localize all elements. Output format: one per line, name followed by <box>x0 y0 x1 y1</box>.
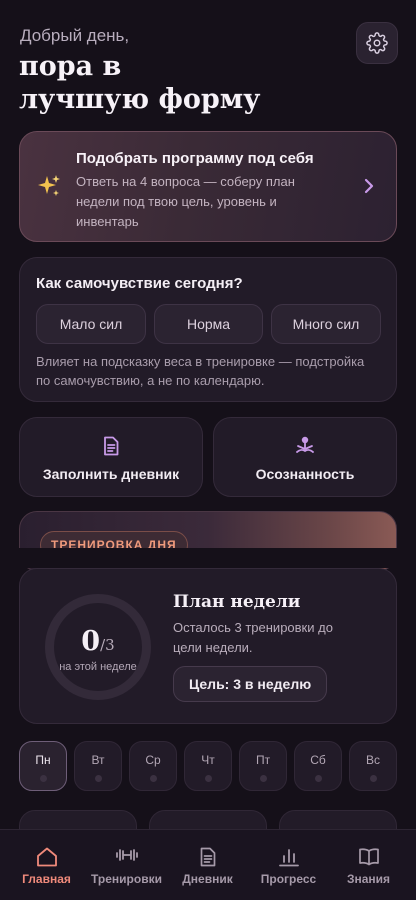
day-status-dot <box>204 775 212 782</box>
meditation-icon <box>296 436 314 453</box>
mindfulness-label: Осознанность <box>255 466 355 482</box>
mindfulness-button[interactable]: Осознанность <box>213 417 397 497</box>
week-plan-title: План недели <box>173 592 301 612</box>
nav-progress[interactable]: Прогресс <box>247 830 330 900</box>
day-label: Пт <box>255 753 271 767</box>
week-goal-button[interactable]: Цель: 3 в неделю <box>173 666 328 702</box>
nav-workouts-label: Тренировки <box>91 872 162 886</box>
day-sun[interactable]: Вс <box>349 741 397 791</box>
nav-diary-label: Дневник <box>182 872 233 886</box>
day-status-dot <box>314 775 322 782</box>
mood-note-line-2: по самочувствию, а не по календарю. <box>36 373 265 388</box>
program-card-description: Ответь на 4 вопроса — соберу план недели… <box>76 172 336 232</box>
program-desc-line-2: недели под твою цель, уровень и <box>76 194 277 209</box>
program-desc-line-1: Ответь на 4 вопроса — соберу план <box>76 174 295 189</box>
chevron-right-icon <box>364 178 374 194</box>
nav-diary[interactable]: Дневник <box>166 830 249 900</box>
day-fri[interactable]: Пт <box>239 741 287 791</box>
week-progress-ring: 0/3 на этой неделе <box>45 594 151 700</box>
day-label: Ср <box>145 753 161 767</box>
day-label: Вс <box>365 753 380 767</box>
banner-clip-mask <box>0 548 416 568</box>
mood-option-low[interactable]: Мало сил <box>36 304 146 344</box>
mood-note: Влияет на подсказку веса в тренировке — … <box>36 352 386 390</box>
workouts-done-count: 0 <box>81 626 101 657</box>
page-title: пора в лучшую форму <box>19 50 319 116</box>
day-status-dot <box>369 775 377 782</box>
gear-icon <box>366 32 388 54</box>
day-label: Вт <box>91 753 105 767</box>
fill-diary-label: Заполнить дневник <box>42 466 180 482</box>
program-card-title: Подобрать программу под себя <box>76 150 314 167</box>
mood-card: Как самочувствие сегодня? Мало сил Норма… <box>19 257 397 402</box>
sparkles-icon <box>37 174 61 204</box>
dumbbell-icon <box>115 849 138 861</box>
nav-knowledge[interactable]: Знания <box>327 830 410 900</box>
program-picker-card[interactable]: Подобрать программу под себя Ответь на 4… <box>19 131 397 242</box>
fill-diary-button[interactable]: Заполнить дневник <box>19 417 203 497</box>
day-mon[interactable]: Пн <box>19 741 67 791</box>
week-plan-subtitle-line-1: Осталось 3 тренировки до <box>173 620 333 635</box>
settings-button[interactable] <box>356 22 398 64</box>
day-status-dot <box>94 775 102 782</box>
day-status-dot <box>39 775 47 782</box>
book-icon <box>358 848 379 866</box>
nav-progress-label: Прогресс <box>260 872 317 886</box>
day-sat[interactable]: Сб <box>294 741 342 791</box>
day-label: Сб <box>310 753 326 767</box>
nav-workouts[interactable]: Тренировки <box>85 830 168 900</box>
mood-title: Как самочувствие сегодня? <box>36 275 243 292</box>
day-status-dot <box>149 775 157 782</box>
greeting-text: Добрый день, <box>20 26 130 45</box>
headline-line-2: лучшую форму <box>19 84 261 115</box>
day-label: Чт <box>201 753 215 767</box>
bottom-navigation: Главная Тренировки Дневник Прогресс Знан… <box>0 829 416 900</box>
nav-home[interactable]: Главная <box>5 830 88 900</box>
day-status-dot <box>259 775 267 782</box>
nav-home-label: Главная <box>22 872 71 886</box>
mood-note-line-1: Влияет на подсказку веса в тренировке — … <box>36 354 365 369</box>
week-plan-subtitle-line-2: цели недели. <box>173 640 253 655</box>
mood-option-normal[interactable]: Норма <box>154 304 263 344</box>
week-plan-subtitle: Осталось 3 тренировки до цели недели. <box>173 618 373 658</box>
day-label: Пн <box>35 753 51 767</box>
workouts-total-count: /3 <box>100 636 115 654</box>
nav-knowledge-label: Знания <box>346 872 391 886</box>
mood-option-high[interactable]: Много сил <box>271 304 381 344</box>
day-thu[interactable]: Чт <box>184 741 232 791</box>
home-screen: Добрый день, пора в лучшую форму Подобра… <box>0 0 416 900</box>
bar-chart-icon <box>278 849 299 867</box>
day-wed[interactable]: Ср <box>129 741 177 791</box>
home-icon <box>36 847 57 867</box>
week-progress-caption: на этой неделе <box>59 661 137 673</box>
program-desc-line-3: инвентарь <box>76 214 139 229</box>
week-plan-card: 0/3 на этой неделе План недели Осталось … <box>19 568 397 724</box>
day-tue[interactable]: Вт <box>74 741 122 791</box>
document-icon <box>200 847 215 867</box>
headline-line-1: пора в <box>19 51 122 82</box>
document-icon <box>104 436 119 456</box>
week-progress-value: 0/3 <box>54 626 142 657</box>
